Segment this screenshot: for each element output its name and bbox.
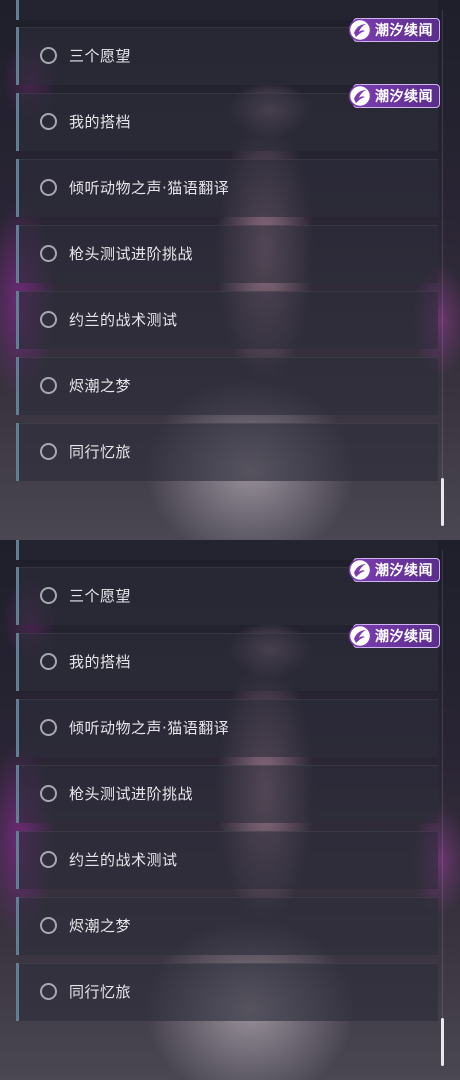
quest-item[interactable]: 约兰的战术测试 — [16, 291, 438, 349]
quest-accent-bar — [16, 423, 19, 481]
quest-title: 我的搭档 — [69, 653, 132, 671]
empty-circle-icon — [40, 917, 57, 934]
quest-title: 烬潮之梦 — [69, 377, 132, 395]
quest-title: 约兰的战术测试 — [69, 851, 178, 869]
quest-item[interactable]: 同行忆旅 — [16, 423, 438, 481]
quest-accent-bar — [16, 963, 19, 1021]
event-badge-label: 潮汐续闻 — [375, 563, 433, 579]
quest-item[interactable]: 烬潮之梦 — [16, 357, 438, 415]
quest-title: 烬潮之梦 — [69, 917, 132, 935]
empty-circle-icon — [40, 311, 57, 328]
previous-quest-item-partial[interactable] — [16, 0, 438, 20]
event-badge: 潮汐续闻 — [348, 18, 440, 42]
quest-item[interactable]: 同行忆旅 — [16, 963, 438, 1021]
event-badge-label: 潮汐续闻 — [375, 23, 433, 39]
quest-panel: 三个愿望 潮汐续闻 我的搭档 潮汐续闻 倾听动物之声·猫语翻译 枪头测试进阶挑战 约兰的战术… — [0, 540, 460, 1080]
quest-item[interactable]: 枪头测试进阶挑战 — [16, 225, 438, 283]
empty-circle-icon — [40, 179, 57, 196]
quest-list: 三个愿望 潮汐续闻 我的搭档 潮汐续闻 倾听动物之声·猫语翻译 枪头测试进阶挑战 约兰的战术… — [16, 18, 440, 489]
empty-circle-icon — [40, 851, 57, 868]
quest-item[interactable]: 我的搭档 潮汐续闻 — [16, 84, 440, 151]
event-badge-label: 潮汐续闻 — [375, 629, 433, 645]
quest-title: 枪头测试进阶挑战 — [69, 785, 194, 803]
quest-title: 三个愿望 — [69, 47, 132, 65]
quest-title: 同行忆旅 — [69, 983, 132, 1001]
quest-item[interactable]: 烬潮之梦 — [16, 897, 438, 955]
scrollbar-track[interactable] — [442, 550, 443, 1066]
quest-accent-bar — [16, 897, 19, 955]
quest-item[interactable]: 枪头测试进阶挑战 — [16, 765, 438, 823]
quest-accent-bar — [16, 27, 19, 85]
quest-accent-bar — [16, 567, 19, 625]
quest-item[interactable]: 三个愿望 潮汐续闻 — [16, 18, 440, 85]
quest-title: 约兰的战术测试 — [69, 311, 178, 329]
quest-item[interactable]: 三个愿望 潮汐续闻 — [16, 558, 440, 625]
quest-accent-bar — [16, 225, 19, 283]
quest-accent-bar — [16, 633, 19, 691]
event-badge-label: 潮汐续闻 — [375, 89, 433, 105]
scrollbar-thumb[interactable] — [441, 1018, 444, 1066]
empty-circle-icon — [40, 653, 57, 670]
quest-item[interactable]: 约兰的战术测试 — [16, 831, 438, 889]
quest-title: 倾听动物之声·猫语翻译 — [69, 719, 230, 737]
event-badge: 潮汐续闻 — [348, 84, 440, 108]
empty-circle-icon — [40, 443, 57, 460]
quest-title: 我的搭档 — [69, 113, 132, 131]
empty-circle-icon — [40, 113, 57, 130]
quest-title: 倾听动物之声·猫语翻译 — [69, 179, 230, 197]
empty-circle-icon — [40, 983, 57, 1000]
event-badge: 潮汐续闻 — [348, 558, 440, 582]
quest-item[interactable]: 倾听动物之声·猫语翻译 — [16, 159, 438, 217]
quest-accent-bar — [16, 699, 19, 757]
quest-panel: 三个愿望 潮汐续闻 我的搭档 潮汐续闻 倾听动物之声·猫语翻译 枪头测试进阶挑战 约兰的战术… — [0, 0, 460, 540]
quest-list: 三个愿望 潮汐续闻 我的搭档 潮汐续闻 倾听动物之声·猫语翻译 枪头测试进阶挑战 约兰的战术… — [16, 558, 440, 1029]
tide-logo-icon — [348, 624, 372, 648]
quest-accent-bar — [16, 159, 19, 217]
quest-item[interactable]: 倾听动物之声·猫语翻译 — [16, 699, 438, 757]
tide-logo-icon — [348, 18, 372, 42]
quest-accent-bar — [16, 357, 19, 415]
event-badge: 潮汐续闻 — [348, 624, 440, 648]
quest-accent-bar — [16, 291, 19, 349]
empty-circle-icon — [40, 719, 57, 736]
quest-item[interactable]: 我的搭档 潮汐续闻 — [16, 624, 440, 691]
empty-circle-icon — [40, 245, 57, 262]
quest-accent-bar — [16, 831, 19, 889]
tide-logo-icon — [348, 84, 372, 108]
empty-circle-icon — [40, 785, 57, 802]
scrollbar-thumb[interactable] — [441, 478, 444, 526]
empty-circle-icon — [40, 587, 57, 604]
quest-title: 同行忆旅 — [69, 443, 132, 461]
quest-title: 枪头测试进阶挑战 — [69, 245, 194, 263]
quest-accent-bar — [16, 93, 19, 151]
empty-circle-icon — [40, 377, 57, 394]
quest-title: 三个愿望 — [69, 587, 132, 605]
quest-accent-bar — [16, 765, 19, 823]
scrollbar-track[interactable] — [442, 10, 443, 526]
previous-quest-item-partial[interactable] — [16, 540, 438, 560]
tide-logo-icon — [348, 558, 372, 582]
empty-circle-icon — [40, 47, 57, 64]
